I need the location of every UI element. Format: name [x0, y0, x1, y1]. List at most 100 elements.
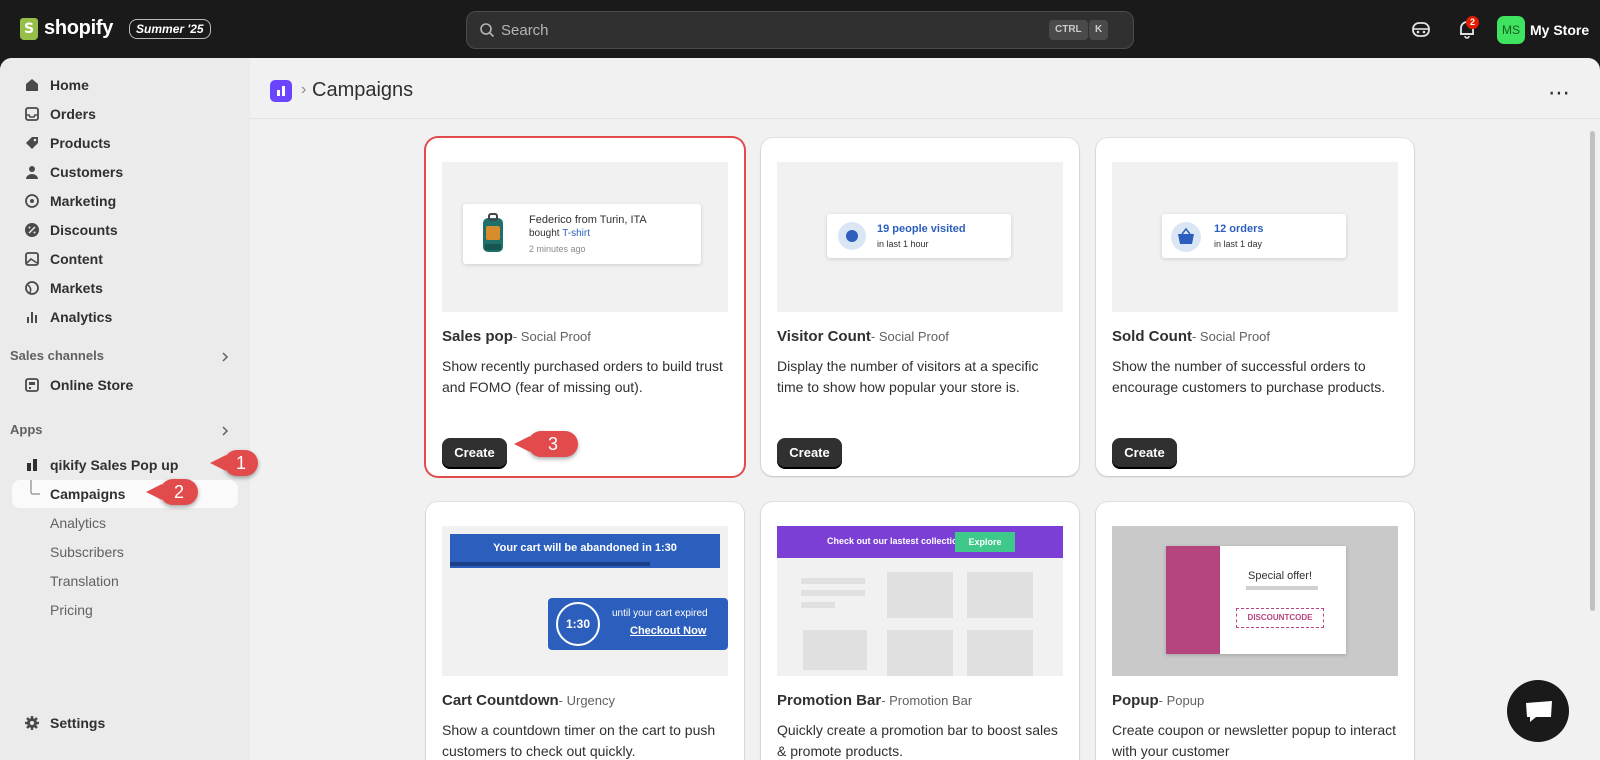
popup-headline: Special offer! — [1248, 570, 1313, 582]
sidebar-item-subscribers[interactable]: Subscribers — [12, 538, 238, 566]
notification-badge: 2 — [1466, 16, 1479, 29]
card-tag: - Popup — [1158, 693, 1205, 708]
chevron-right-icon[interactable] — [220, 352, 230, 362]
popup-dialog: Special offer! DISCOUNTCODE — [1166, 546, 1346, 654]
preview-orders-headline: 12 orders — [1214, 223, 1264, 235]
sidebar: Home Orders Products Customers Marketing… — [0, 58, 258, 760]
create-sold-count-button[interactable]: Create — [1112, 438, 1177, 468]
create-visitor-count-button[interactable]: Create — [777, 438, 842, 468]
shopify-logo[interactable]: shopify Summer '25 — [20, 17, 211, 40]
sold-count-notification: 12 orders in last 1 day — [1162, 214, 1346, 258]
shopify-bag-icon — [20, 17, 38, 40]
campaign-card-sold-count[interactable]: 12 orders in last 1 day Sold Count- Soci… — [1096, 138, 1414, 476]
scrollbar-thumb[interactable] — [1590, 131, 1595, 611]
sidebar-item-pricing[interactable]: Pricing — [12, 596, 238, 624]
campaign-app-icon[interactable] — [270, 80, 292, 102]
app-icon — [27, 459, 37, 471]
preview-visitor-headline: 19 people visited — [877, 223, 966, 235]
sidekick-icon[interactable] — [1410, 18, 1432, 40]
popup-pattern-panel — [1166, 546, 1220, 654]
sidebar-item-analytics[interactable]: Analytics — [12, 303, 238, 331]
sidebar-item-label: qikify Sales Pop up — [50, 457, 179, 473]
image-icon — [25, 252, 39, 266]
sidebar-item-settings[interactable]: Settings — [12, 709, 238, 737]
sidebar-item-label: Online Store — [50, 377, 134, 393]
discount-icon — [25, 223, 39, 237]
sold-count-preview: 12 orders in last 1 day — [1112, 162, 1398, 312]
sidebar-item-qikify-app[interactable]: qikify Sales Pop up — [12, 451, 238, 479]
search-bar[interactable]: Search CTRL K — [466, 11, 1134, 49]
sidebar-item-label: Analytics — [50, 309, 113, 325]
preview-customer-name: Federico from Turin, ITA — [529, 214, 647, 226]
sidebar-item-label: Content — [50, 251, 103, 267]
card-title-text: Promotion Bar — [777, 692, 882, 709]
sidebar-item-products[interactable]: Products — [12, 129, 238, 157]
person-icon — [26, 166, 38, 179]
campaign-card-popup[interactable]: Special offer! DISCOUNTCODE Popup- Popup… — [1096, 502, 1414, 760]
sidebar-item-orders[interactable]: Orders — [12, 100, 238, 128]
page-header: › Campaigns ⋯ — [250, 58, 1600, 119]
placeholder-block — [967, 572, 1033, 618]
preview-orders-sub: in last 1 day — [1214, 239, 1263, 249]
sidebar-item-content[interactable]: Content — [12, 245, 238, 273]
popup-preview: Special offer! DISCOUNTCODE — [1112, 526, 1398, 676]
breadcrumb-separator: › — [301, 81, 307, 98]
checkout-now-link: Checkout Now — [630, 625, 707, 637]
sidebar-item-label: Settings — [50, 715, 106, 731]
countdown-timer: 1:30 — [556, 602, 600, 646]
card-tag: - Social Proof — [512, 329, 591, 344]
sidebar-item-translation[interactable]: Translation — [12, 567, 238, 595]
home-icon — [26, 79, 38, 91]
card-title: Sold Count- Social Proof — [1112, 328, 1270, 345]
card-tag: - Social Proof — [870, 329, 949, 344]
logo-text: shopify — [44, 17, 114, 39]
sidebar-item-app-analytics[interactable]: Analytics — [12, 509, 238, 537]
sidebar-item-markets[interactable]: Markets — [12, 274, 238, 302]
card-title-text: Sold Count — [1112, 328, 1192, 345]
apps-heading[interactable]: Apps — [10, 422, 43, 437]
main-content: › Campaigns ⋯ Federico from Turin, ITA b… — [250, 58, 1600, 760]
sidebar-item-campaigns[interactable]: Campaigns — [12, 480, 238, 508]
step-callout-2: 2 — [146, 479, 198, 505]
page-title: Campaigns — [312, 79, 414, 101]
sidebar-item-discounts[interactable]: Discounts — [12, 216, 238, 244]
avatar[interactable]: MS — [1497, 16, 1525, 44]
card-title: Cart Countdown- Urgency — [442, 692, 615, 709]
popup-line — [1246, 586, 1318, 590]
placeholder-block — [803, 630, 867, 670]
campaign-card-visitor-count[interactable]: 19 people visited in last 1 hour Visitor… — [761, 138, 1079, 476]
preview-visitor-sub: in last 1 hour — [877, 239, 929, 249]
chevron-right-icon[interactable] — [220, 426, 230, 436]
create-sales-pop-button[interactable]: Create — [442, 438, 507, 468]
card-description: Create coupon or newsletter popup to int… — [1112, 722, 1397, 759]
sales-pop-notification: Federico from Turin, ITA bought T-shirt … — [463, 204, 701, 264]
tag-icon — [26, 137, 38, 149]
visitor-pulse-icon — [838, 222, 866, 250]
campaign-card-cart-countdown[interactable]: Your cart will be abandoned in 1:30 1:30… — [426, 502, 744, 760]
campaign-card-promotion-bar[interactable]: Check out our lastest collection Explore… — [761, 502, 1079, 760]
sidebar-item-marketing[interactable]: Marketing — [12, 187, 238, 215]
store-name[interactable]: My Store — [1530, 22, 1589, 38]
cart-countdown-preview: Your cart will be abandoned in 1:30 1:30… — [442, 526, 728, 676]
card-description: Display the number of visitors at a spec… — [777, 358, 1039, 395]
preview-time: 2 minutes ago — [529, 244, 586, 254]
edition-badge[interactable]: Summer '25 — [129, 18, 211, 39]
chat-launcher-button[interactable] — [1507, 680, 1569, 742]
card-tag: - Urgency — [558, 693, 616, 708]
sidebar-item-label: Products — [50, 135, 111, 151]
sidebar-item-customers[interactable]: Customers — [12, 158, 238, 186]
campaign-card-sales-pop[interactable]: Federico from Turin, ITA bought T-shirt … — [426, 138, 744, 476]
placeholder-block — [887, 572, 953, 618]
shortcut-k: K — [1089, 20, 1109, 40]
search-input[interactable]: Search — [501, 22, 549, 39]
sidebar-item-online-store[interactable]: Online Store — [12, 371, 238, 399]
card-title-text: Visitor Count — [777, 328, 871, 345]
sidebar-item-label: Orders — [50, 106, 96, 122]
card-title-text: Sales pop — [442, 328, 513, 345]
more-actions-button[interactable]: ⋯ — [1548, 80, 1571, 106]
sidebar-item-label: Pricing — [50, 602, 93, 618]
sidebar-item-home[interactable]: Home — [12, 71, 238, 99]
card-description: Show recently purchased orders to build … — [442, 358, 723, 395]
sales-pop-preview: Federico from Turin, ITA bought T-shirt … — [442, 162, 728, 312]
sales-channels-heading[interactable]: Sales channels — [10, 348, 104, 363]
